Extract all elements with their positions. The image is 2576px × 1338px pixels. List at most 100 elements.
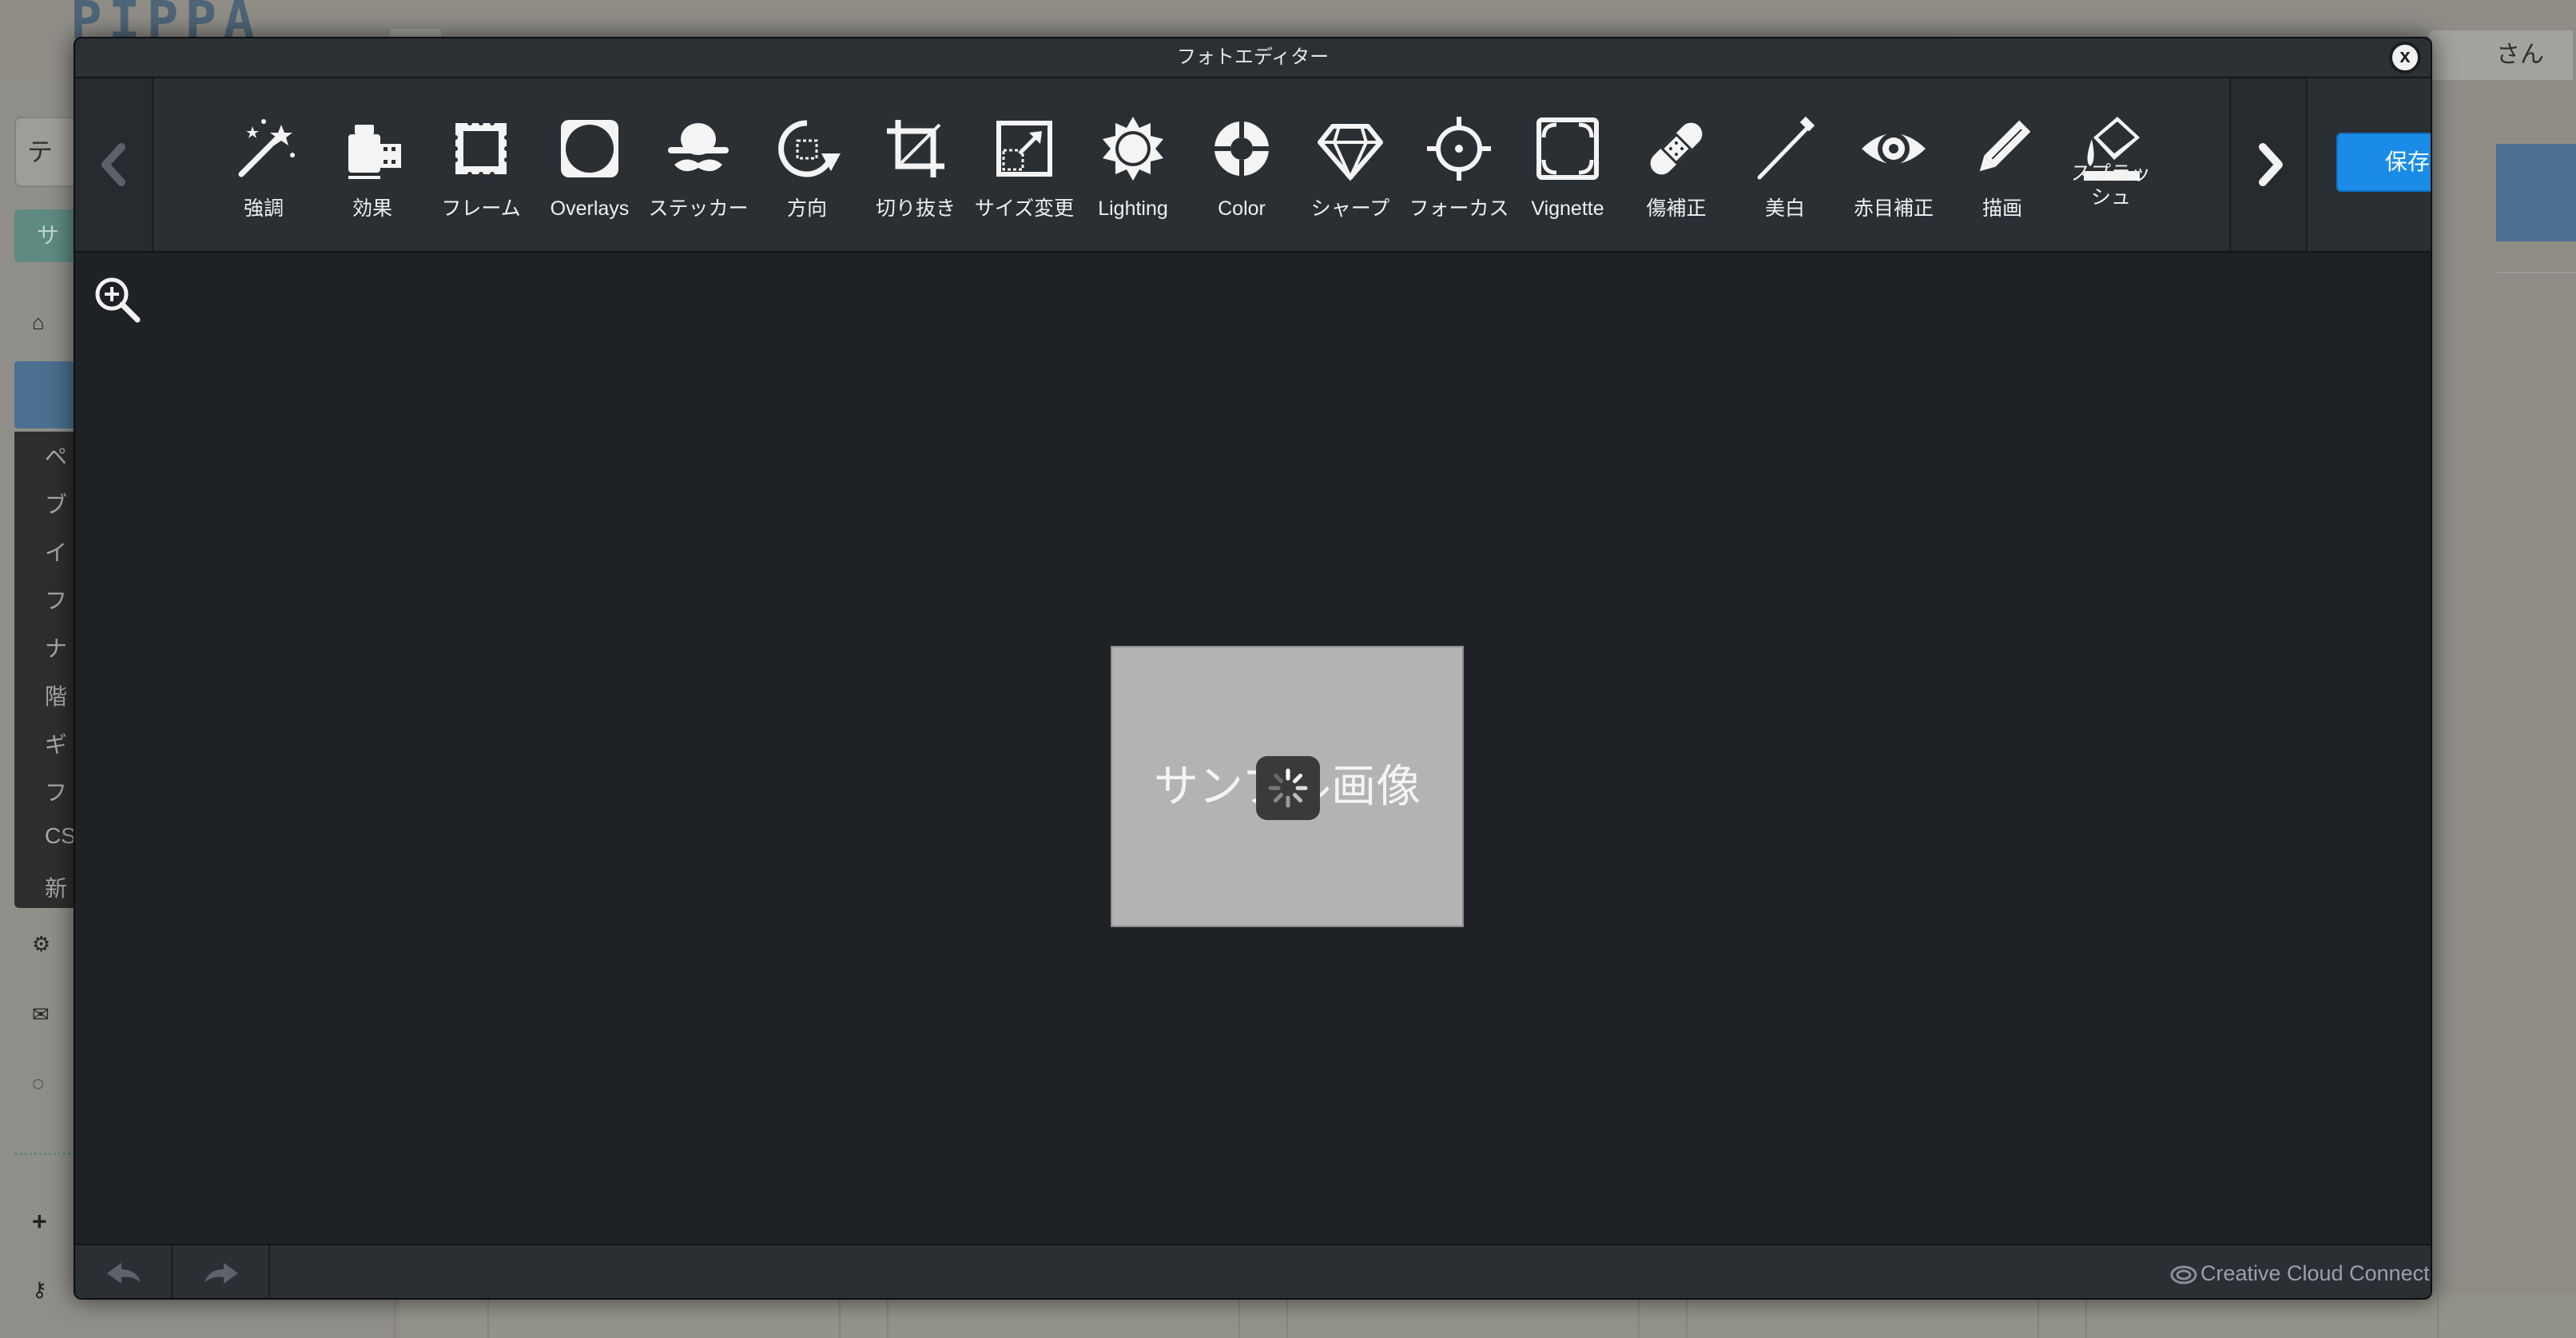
tool-button[interactable]: スプラッシュ	[2055, 78, 2167, 251]
crop-icon	[887, 120, 944, 177]
sidebar-item-active	[14, 361, 77, 428]
tool-label: 赤目補正	[1853, 197, 1934, 220]
sun-icon	[1103, 117, 1163, 181]
tool-button[interactable]: Vignette	[1512, 78, 1624, 251]
tool-toolbar: 強調 効果 フレーム Overlays ステッカー 方向 切り抜き サイズ変更 …	[75, 78, 2431, 253]
tools-prev-button[interactable]	[75, 78, 153, 251]
tool-button[interactable]: 方向	[751, 78, 863, 251]
save-button[interactable]: 保存	[2336, 133, 2431, 192]
tool-button[interactable]: 強調	[208, 78, 320, 251]
editor-footer: Creative Cloud Connected	[75, 1244, 2432, 1298]
submenu-item: 新	[45, 876, 68, 901]
submenu-item: フ	[45, 588, 68, 613]
photo-editor-modal: フォトエディター 強調 効果 フレーム Overlays ステッカー 方向 切り…	[74, 37, 2432, 1300]
creative-cloud-icon	[2170, 1265, 2197, 1284]
resize-icon	[996, 121, 1052, 177]
modal-title: フォトエディター	[75, 38, 2431, 78]
tool-button[interactable]: 効果	[316, 78, 428, 251]
toothbrush-icon	[1757, 116, 1815, 180]
loading-spinner-icon	[1256, 756, 1320, 820]
sample-image: サンプル画像	[1111, 646, 1464, 927]
diamond-icon	[1318, 124, 1383, 181]
tool-button[interactable]: 描画	[1946, 78, 2058, 251]
submenu-item: ナ	[45, 636, 68, 661]
comment-icon: ◌	[32, 1071, 45, 1095]
tool-label: ステッカー	[648, 197, 749, 220]
mail-icon: ✉	[32, 1002, 50, 1026]
rotate-icon	[778, 120, 841, 177]
tool-button[interactable]: 傷補正	[1620, 78, 1732, 251]
close-button[interactable]: x	[2389, 42, 2421, 74]
tool-button[interactable]: Overlays	[534, 78, 646, 251]
site-button: サイ	[14, 209, 77, 262]
tool-label: Lighting	[1098, 197, 1168, 220]
tool-list: 強調 効果 フレーム Overlays ステッカー 方向 切り抜き サイズ変更 …	[208, 78, 2221, 251]
vignette-icon	[1536, 117, 1599, 180]
magic-wand-icon	[238, 119, 295, 177]
tool-label: Color	[1218, 197, 1266, 220]
creative-cloud-status: Creative Cloud Connected	[2200, 1261, 2432, 1285]
submenu-item: 階	[45, 684, 68, 709]
tool-label: フォーカス	[1409, 197, 1509, 220]
color-wheel-icon	[1213, 120, 1270, 177]
site-logo: PIPPA	[70, 0, 261, 42]
tool-label: 効果	[352, 197, 392, 220]
tool-label: 方向	[786, 197, 827, 220]
crosshair-icon	[1427, 117, 1491, 181]
tool-button[interactable]: フレーム	[425, 78, 537, 251]
tool-label: スプラッシュ	[2070, 162, 2151, 209]
tool-label: シャープ	[1310, 197, 1390, 220]
tool-label: 強調	[243, 197, 284, 220]
film-canister-icon	[348, 125, 401, 179]
tool-label: Vignette	[1531, 197, 1604, 220]
tool-button[interactable]: サイズ変更	[968, 78, 1080, 251]
circle-overlay-icon	[561, 120, 618, 177]
frame-icon	[453, 121, 509, 177]
sidebar-divider	[14, 1153, 77, 1155]
zoom-in-icon[interactable]	[91, 273, 142, 325]
home-icon: ⌂	[32, 310, 45, 334]
tool-label: 傷補正	[1646, 197, 1707, 220]
submenu-item: イ	[45, 540, 68, 565]
right-panel-divider	[2496, 272, 2576, 273]
tool-label: 美白	[1764, 197, 1805, 220]
eye-icon	[1862, 133, 1926, 165]
site-search-input: テス	[14, 117, 77, 187]
submenu-item: フ	[45, 780, 68, 805]
tool-label: 描画	[1982, 197, 2022, 220]
tool-label: サイズ変更	[974, 197, 1075, 220]
tool-label: フレーム	[441, 197, 521, 220]
key-icon: ⚷	[32, 1277, 48, 1301]
tools-next-button[interactable]	[2229, 78, 2308, 251]
sidebar-submenu: ペ ブ イ フ ナ 階 ギ フ CS 新	[14, 432, 77, 908]
bandage-icon	[1650, 122, 1703, 175]
tool-button[interactable]: シャープ	[1294, 78, 1406, 251]
tool-label: 切り抜き	[875, 197, 956, 220]
tool-button[interactable]: 美白	[1729, 78, 1841, 251]
image-canvas: サンプル画像	[75, 254, 2431, 1245]
undo-icon	[107, 1263, 141, 1284]
undo-button[interactable]	[75, 1245, 173, 1298]
chevron-left-icon	[101, 143, 125, 186]
submenu-item: ギ	[45, 732, 68, 757]
user-menu: さん	[2429, 30, 2573, 80]
tool-button[interactable]: 赤目補正	[1838, 78, 1950, 251]
submenu-item: ペ	[45, 444, 68, 469]
plus-icon: +	[32, 1207, 47, 1236]
gear-icon: ⚙	[32, 932, 51, 956]
redo-button[interactable]	[173, 1245, 270, 1298]
hat-mustache-icon	[668, 123, 729, 172]
background-table	[400, 1295, 2576, 1338]
tool-button[interactable]: Lighting	[1077, 78, 1189, 251]
pencil-icon	[1979, 120, 2031, 172]
chevron-right-icon	[2259, 143, 2283, 186]
submenu-item: CS	[45, 823, 76, 848]
redo-icon	[205, 1263, 238, 1284]
tool-button[interactable]: 切り抜き	[860, 78, 972, 251]
tool-button[interactable]: ステッカー	[642, 78, 754, 251]
submenu-item: ブ	[45, 492, 68, 517]
tool-label: Overlays	[550, 197, 630, 220]
tool-button[interactable]: フォーカス	[1403, 78, 1515, 251]
right-panel-button	[2496, 144, 2576, 241]
tool-button[interactable]: Color	[1186, 78, 1298, 251]
